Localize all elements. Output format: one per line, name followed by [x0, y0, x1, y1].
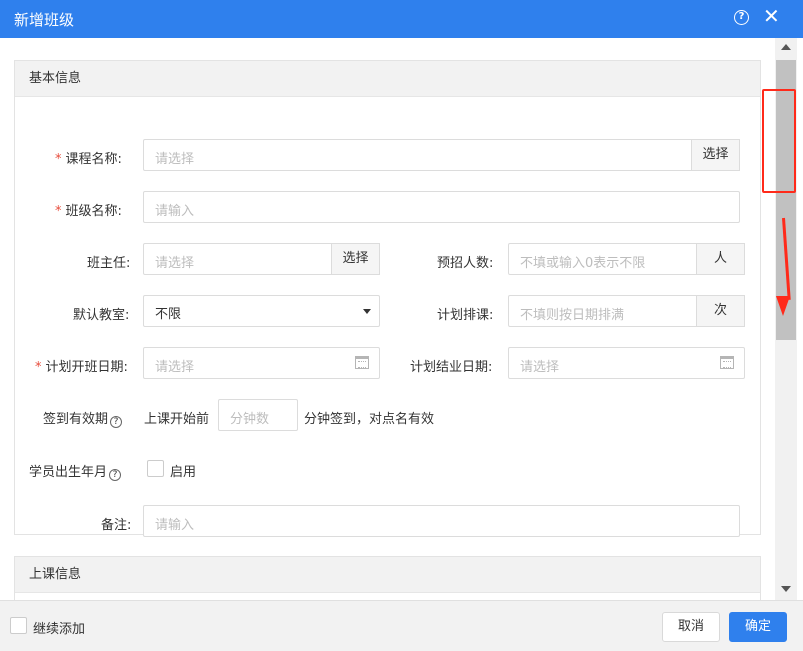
birth-enable-label: 启用 — [170, 465, 197, 480]
dialog-content: 基本信息 * 课程名称: 请选择 选择 * 班级名称: 请输入 班主任: 请选择 选… — [0, 38, 775, 600]
schedule-unit: 次 — [696, 295, 745, 327]
checkin-minutes-input[interactable]: 分钟数 — [218, 399, 298, 431]
required-mark: * — [55, 152, 62, 167]
default-room-label: 默认教室: — [73, 308, 130, 323]
dialog-titlebar: 新增班级 ? ✕ — [0, 0, 803, 38]
highlight-box — [762, 89, 796, 193]
course-name-label-text: 课程名称: — [65, 152, 122, 167]
help-icon[interactable]: ? — [734, 10, 749, 25]
class-info-header: 上课信息 — [15, 557, 760, 593]
arrow-head-icon — [776, 296, 790, 316]
scroll-down-icon[interactable] — [781, 586, 791, 592]
class-name-input[interactable]: 请输入 — [143, 191, 740, 223]
course-name-input[interactable]: 请选择 选择 — [143, 139, 740, 171]
class-name-label-text: 班级名称: — [65, 204, 122, 219]
basic-info-section: 基本信息 * 课程名称: 请选择 选择 * 班级名称: 请输入 班主任: 请选择 选… — [14, 60, 761, 537]
add-class-dialog: 新增班级 ? ✕ 基本信息 * 课程名称: 请选择 选择 * 班级名称: 请输入 班… — [0, 0, 803, 651]
end-date-label: 计划结业日期: — [410, 360, 493, 375]
enroll-count-input[interactable]: 不填或输入0表示不限 人 — [508, 243, 745, 275]
enroll-count-placeholder: 不填或输入0表示不限 — [520, 256, 646, 271]
class-info-section: 上课信息 — [14, 556, 761, 600]
remark-placeholder: 请输入 — [155, 518, 195, 533]
birth-label-text: 学员出生年月 — [29, 465, 108, 480]
schedule-placeholder: 不填则按日期排满 — [520, 308, 625, 323]
teacher-input[interactable]: 请选择 选择 — [143, 243, 380, 275]
end-date-input[interactable]: 请选择 — [508, 347, 745, 379]
start-date-label-text: 计划开班日期: — [45, 360, 128, 375]
checkin-minutes-placeholder: 分钟数 — [230, 412, 270, 427]
teacher-placeholder: 请选择 — [155, 256, 195, 271]
default-room-select[interactable]: 不限 — [143, 295, 380, 327]
checkin-prefix: 上课开始前 — [144, 412, 210, 427]
required-mark: * — [35, 360, 42, 375]
question-icon[interactable]: ? — [109, 469, 122, 481]
checkin-label: 签到有效期? — [43, 408, 123, 428]
start-date-input[interactable]: 请选择 — [143, 347, 380, 379]
dialog-title: 新增班级 — [14, 11, 75, 29]
end-date-placeholder: 请选择 — [520, 360, 560, 375]
remark-input[interactable]: 请输入 — [143, 505, 740, 537]
required-mark: * — [55, 204, 62, 219]
dialog-footer: 继续添加 取消 确定 — [0, 600, 803, 651]
scroll-up-icon[interactable] — [781, 44, 791, 50]
enroll-count-label: 预招人数: — [437, 256, 494, 271]
class-name-placeholder: 请输入 — [155, 204, 195, 219]
schedule-input[interactable]: 不填则按日期排满 次 — [508, 295, 745, 327]
checkin-suffix: 分钟签到，对点名有效 — [304, 412, 435, 427]
chevron-down-icon — [363, 309, 371, 314]
start-date-label: * 计划开班日期: — [35, 356, 128, 375]
cancel-button[interactable]: 取消 — [662, 612, 720, 642]
window-edge — [797, 38, 803, 600]
calendar-icon[interactable] — [355, 356, 369, 369]
close-icon[interactable]: ✕ — [763, 6, 780, 26]
schedule-label: 计划排课: — [437, 308, 494, 323]
class-name-label: * 班级名称: — [55, 200, 122, 219]
continue-add-checkbox[interactable] — [10, 617, 27, 634]
default-room-value: 不限 — [155, 307, 182, 322]
enroll-unit: 人 — [696, 243, 745, 275]
continue-add-label: 继续添加 — [33, 622, 86, 637]
checkin-label-text: 签到有效期 — [43, 412, 109, 427]
confirm-button[interactable]: 确定 — [729, 612, 787, 642]
teacher-label: 班主任: — [87, 256, 131, 271]
course-name-placeholder: 请选择 — [155, 152, 195, 167]
birth-label: 学员出生年月? — [29, 461, 122, 481]
question-icon[interactable]: ? — [110, 416, 123, 428]
course-select-button[interactable]: 选择 — [691, 139, 740, 171]
basic-info-header: 基本信息 — [15, 61, 760, 97]
teacher-select-button[interactable]: 选择 — [331, 243, 380, 275]
birth-enable-checkbox[interactable] — [147, 460, 164, 477]
calendar-icon[interactable] — [720, 356, 734, 369]
course-name-label: * 课程名称: — [55, 148, 122, 167]
remark-label: 备注: — [101, 518, 132, 533]
start-date-placeholder: 请选择 — [155, 360, 195, 375]
